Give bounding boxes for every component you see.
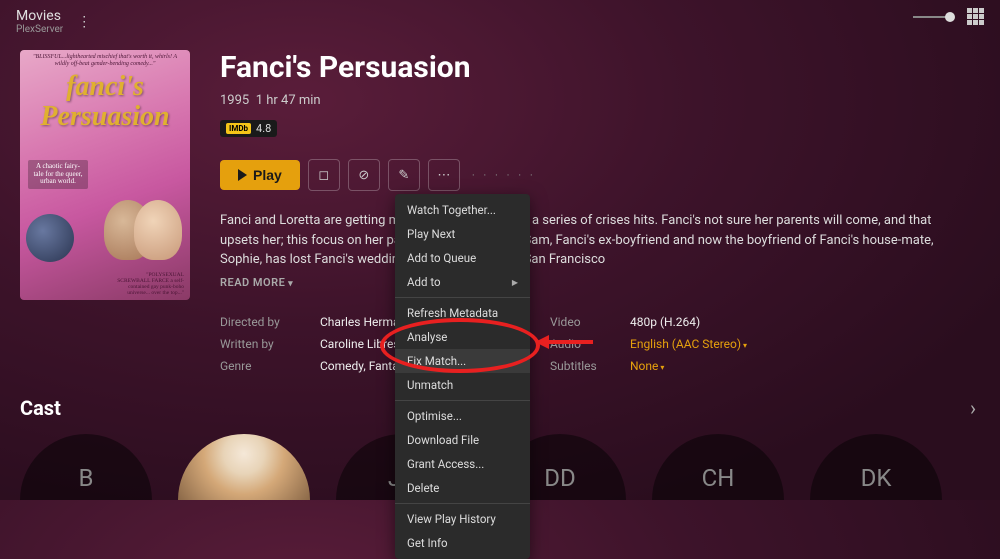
- poster-title-line2: Persuasion: [20, 100, 190, 129]
- context-menu: Watch Together... Play Next Add to Queue…: [395, 194, 530, 559]
- pencil-icon: ✎: [398, 167, 409, 183]
- overflow-dots: · · · · · ·: [472, 169, 536, 182]
- directed-by-label: Directed by: [220, 315, 320, 329]
- mark-watched-button[interactable]: ⊘: [348, 159, 380, 191]
- movie-year: 1995: [220, 93, 249, 108]
- rating-value: 4.8: [256, 122, 271, 135]
- library-breadcrumb[interactable]: Movies PlexServer ⋮: [16, 8, 97, 36]
- play-button[interactable]: Play: [220, 160, 300, 190]
- menu-refresh-metadata[interactable]: Refresh Metadata: [395, 301, 530, 325]
- poster-critic-quote: "POLYSEXUAL SCREWBALL FARCE a self-conta…: [114, 272, 184, 296]
- server-name: PlexServer: [16, 24, 63, 35]
- play-icon: [238, 169, 247, 181]
- imdb-icon: IMDb: [226, 123, 251, 134]
- menu-add-to[interactable]: Add to▶: [395, 270, 530, 294]
- poster-tagline: A chaotic fairy-tale for the queer, urba…: [28, 160, 88, 189]
- menu-unmatch[interactable]: Unmatch: [395, 373, 530, 397]
- library-menu-icon[interactable]: ⋮: [71, 8, 97, 36]
- cast-item[interactable]: [178, 434, 310, 500]
- play-label: Play: [253, 167, 282, 183]
- poster-art-circle: [26, 214, 74, 262]
- menu-grant-access[interactable]: Grant Access...: [395, 452, 530, 476]
- cast-item[interactable]: B: [20, 434, 152, 500]
- bookmark-button[interactable]: ◻: [308, 159, 340, 191]
- menu-fix-match[interactable]: Fix Match...: [395, 349, 530, 373]
- movie-meta: 1995 1 hr 47 min: [220, 93, 980, 108]
- bookmark-icon: ◻: [318, 167, 329, 183]
- edit-button[interactable]: ✎: [388, 159, 420, 191]
- genre-label: Genre: [220, 359, 320, 373]
- menu-optimise[interactable]: Optimise...: [395, 404, 530, 428]
- subtitles-label: Subtitles: [550, 359, 630, 373]
- more-button[interactable]: ⋯: [428, 159, 460, 191]
- menu-watch-together[interactable]: Watch Together...: [395, 198, 530, 222]
- menu-add-queue[interactable]: Add to Queue: [395, 246, 530, 270]
- audio-value[interactable]: English (AAC Stereo): [630, 337, 980, 351]
- menu-delete[interactable]: Delete: [395, 476, 530, 500]
- menu-separator: [395, 400, 530, 401]
- rating-badge: IMDb 4.8: [220, 120, 277, 137]
- subtitles-value[interactable]: None: [630, 359, 980, 373]
- written-by-label: Written by: [220, 337, 320, 351]
- menu-separator: [395, 297, 530, 298]
- cast-item[interactable]: CH: [652, 434, 784, 500]
- check-circle-icon: ⊘: [358, 167, 369, 183]
- menu-separator: [395, 503, 530, 504]
- poster-quote: "BLISSFUL...lighthearted mischief that's…: [20, 50, 190, 70]
- movie-poster[interactable]: "BLISSFUL...lighthearted mischief that's…: [20, 50, 190, 300]
- poster-art-faces: [122, 200, 182, 260]
- menu-get-info[interactable]: Get Info: [395, 531, 530, 555]
- menu-play-next[interactable]: Play Next: [395, 222, 530, 246]
- cast-next-icon[interactable]: ›: [966, 392, 980, 424]
- zoom-slider[interactable]: [913, 16, 953, 18]
- menu-view-history[interactable]: View Play History: [395, 507, 530, 531]
- cast-heading: Cast: [20, 396, 61, 420]
- grid-view-icon[interactable]: [967, 8, 984, 25]
- read-more-button[interactable]: READ MORE: [220, 276, 980, 289]
- submenu-arrow-icon: ▶: [512, 278, 518, 287]
- library-title: Movies: [16, 8, 63, 24]
- movie-title: Fanci's Persuasion: [220, 50, 980, 85]
- menu-download[interactable]: Download File: [395, 428, 530, 452]
- audio-label: Audio: [550, 337, 630, 351]
- poster-title-line1: fanci's: [20, 70, 190, 99]
- video-value: 480p (H.264): [630, 315, 980, 329]
- synopsis: Fanci and Loretta are getting married to…: [220, 211, 940, 270]
- more-icon: ⋯: [437, 167, 450, 183]
- cast-item[interactable]: DK: [810, 434, 942, 500]
- movie-duration: 1 hr 47 min: [256, 93, 321, 108]
- video-label: Video: [550, 315, 630, 329]
- menu-analyse[interactable]: Analyse: [395, 325, 530, 349]
